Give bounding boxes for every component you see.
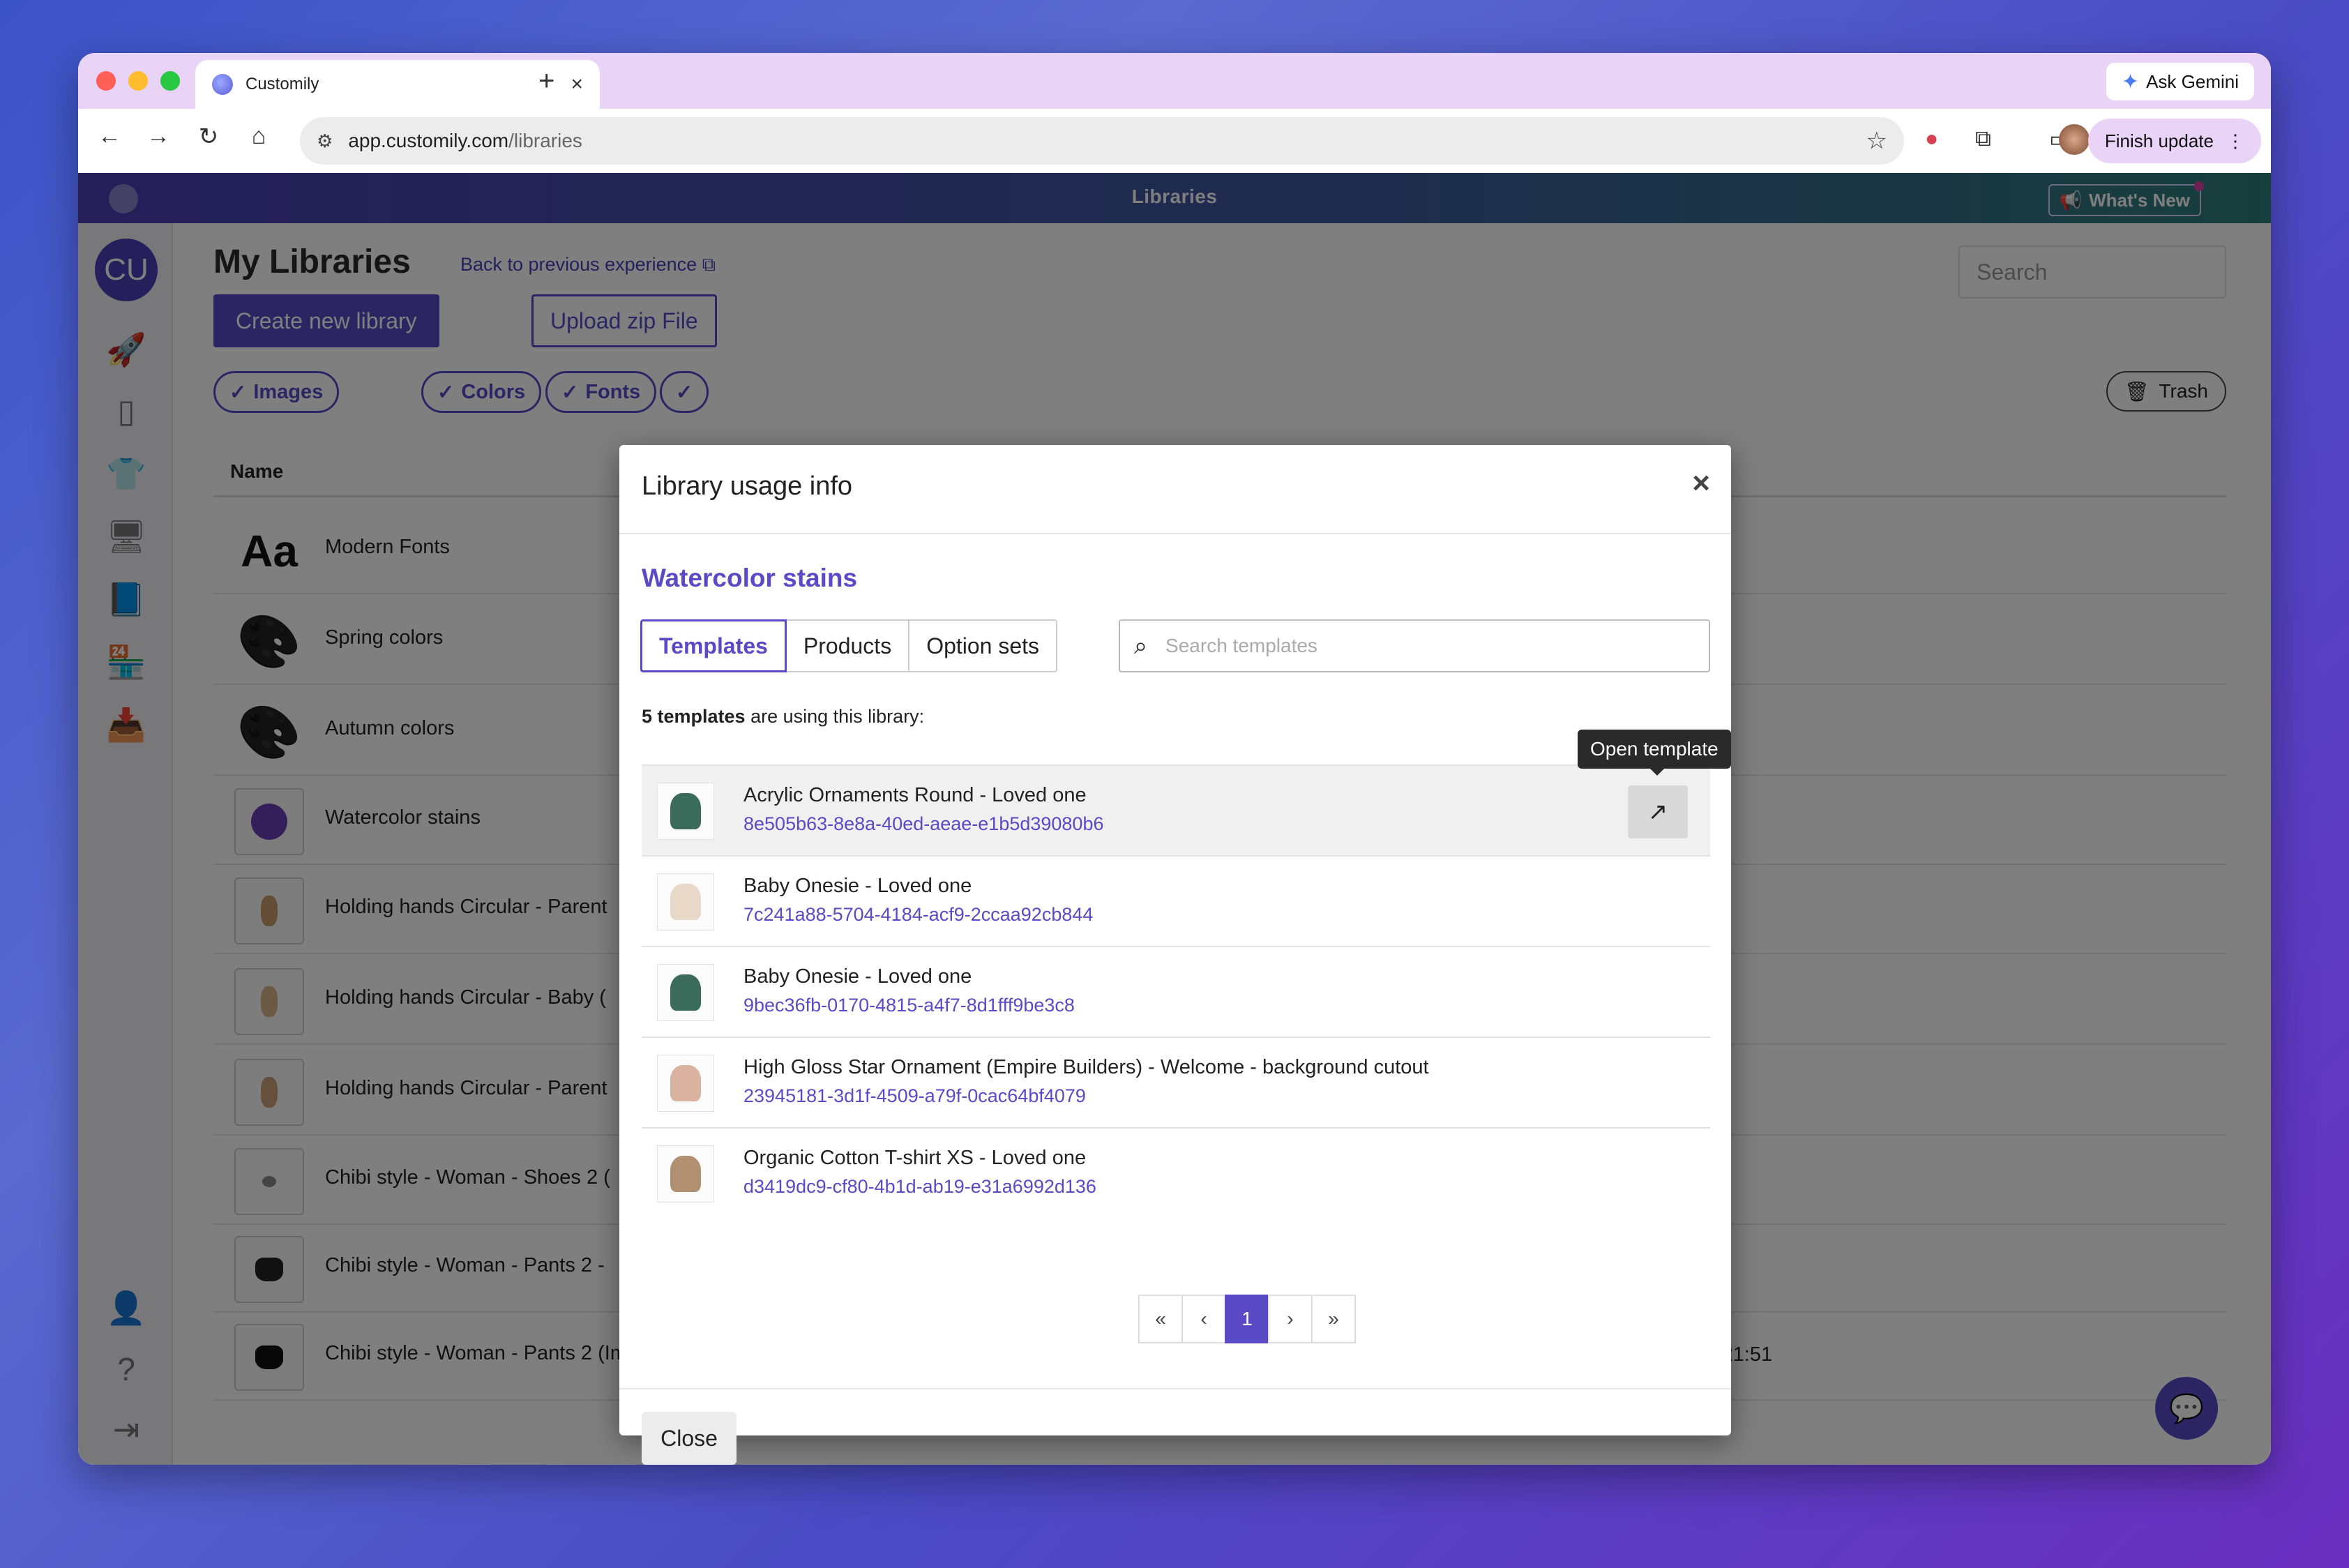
search-templates-placeholder: Search templates: [1165, 635, 1317, 656]
finish-update-button[interactable]: Finish update ⋮: [2087, 119, 2261, 163]
more-vert-icon: ⋮: [2226, 130, 2244, 151]
thumbnail-figure: [670, 884, 701, 920]
template-id-link[interactable]: 8e505b63-8e8a-40ed-aeae-e1b5d39080b6: [743, 813, 1103, 835]
template-row[interactable]: Organic Cotton T-shirt XS - Loved one d34…: [642, 1127, 1710, 1218]
library-name: Watercolor stains: [642, 564, 858, 592]
open-template-button[interactable]: ↗: [1628, 785, 1688, 838]
thumbnail-figure: [670, 974, 701, 1011]
template-thumbnail: [657, 1055, 714, 1112]
reload-icon[interactable]: ↻: [191, 123, 226, 151]
url-path: /libraries: [508, 130, 582, 151]
template-row[interactable]: High Gloss Star Ornament (Empire Builder…: [642, 1036, 1710, 1127]
home-icon[interactable]: ⌂: [241, 123, 276, 150]
search-templates-input[interactable]: ⌕ Search templates: [1119, 619, 1710, 672]
template-name: Acrylic Ornaments Round - Loved one: [743, 784, 1087, 806]
finish-update-label: Finish update: [2104, 130, 2214, 151]
browser-toolbar: ← → ↻ ⌂ ⚙ app.customily.com/libraries ☆ …: [78, 109, 2271, 173]
template-row[interactable]: Acrylic Ornaments Round - Loved one 8e505…: [642, 764, 1710, 855]
modal-footer-divider: [619, 1388, 1731, 1389]
modal-header: Library usage info ×: [619, 445, 1731, 534]
tab-strip: Customily × + ✦ Ask Gemini: [78, 53, 2271, 109]
template-name: Organic Cotton T-shirt XS - Loved one: [743, 1147, 1087, 1169]
thumbnail-figure: [670, 1065, 701, 1101]
site-settings-icon[interactable]: ⚙: [317, 130, 333, 152]
address-bar[interactable]: ⚙ app.customily.com/libraries ☆: [300, 117, 1904, 165]
modal-page-link[interactable]: ›: [1268, 1295, 1313, 1343]
url-text: app.customily.com/libraries: [348, 130, 1866, 152]
close-button[interactable]: Close: [642, 1412, 737, 1465]
modal-title: Library usage info: [642, 472, 853, 501]
template-list: Acrylic Ornaments Round - Loved one 8e505…: [642, 764, 1710, 1218]
template-thumbnail: [657, 873, 714, 930]
bookmark-star-icon[interactable]: ☆: [1866, 127, 1887, 155]
template-pagination: «‹ 1 ›»: [1138, 1295, 1356, 1343]
usage-tabs: Templates Products Option sets: [640, 619, 1058, 672]
minimize-window-button[interactable]: [128, 71, 148, 91]
new-tab-button[interactable]: +: [538, 66, 554, 97]
usage-suffix: are using this library:: [745, 706, 925, 727]
modal-page-link[interactable]: »: [1311, 1295, 1356, 1343]
customily-favicon-icon: [212, 74, 233, 95]
extensions-puzzle-icon[interactable]: ⧉: [1975, 126, 1991, 152]
thumbnail-figure: [670, 1156, 701, 1192]
template-id-link[interactable]: d3419dc9-cf80-4b1d-ab19-e31a6992d136: [743, 1176, 1096, 1198]
template-thumbnail: [657, 964, 714, 1021]
template-id-link[interactable]: 7c241a88-5704-4184-acf9-2ccaa92cb844: [743, 904, 1093, 926]
template-id-link[interactable]: 9bec36fb-0170-4815-a4f7-8d1fff9be3c8: [743, 995, 1075, 1016]
tab-title: Customily: [246, 75, 319, 93]
tab-templates[interactable]: Templates: [640, 619, 787, 672]
profile-avatar[interactable]: [2059, 124, 2090, 155]
close-window-button[interactable]: [96, 71, 116, 91]
template-name: High Gloss Star Ornament (Empire Builder…: [743, 1056, 1429, 1078]
template-thumbnail: [657, 783, 714, 840]
ask-gemini-label: Ask Gemini: [2146, 70, 2239, 92]
forward-arrow-icon[interactable]: →: [141, 123, 176, 150]
template-name: Baby Onesie - Loved one: [743, 875, 972, 897]
back-arrow-icon[interactable]: ←: [92, 123, 127, 150]
modal-page-link[interactable]: ‹: [1181, 1295, 1226, 1343]
tab-products[interactable]: Products: [785, 619, 910, 672]
thumbnail-figure: [670, 793, 701, 829]
tab-option-sets[interactable]: Option sets: [908, 619, 1058, 672]
library-usage-modal: Library usage info × Watercolor stains T…: [619, 445, 1731, 1465]
app-area: Libraries 📢 What's New CU 🚀 ▯ 👕 🖥 📘 🏪 📥 …: [78, 173, 2271, 1465]
extension-icon[interactable]: ●: [1925, 126, 1938, 151]
template-name: Baby Onesie - Loved one: [743, 965, 972, 988]
usage-summary: 5 templates are using this library:: [642, 706, 924, 728]
gemini-sparkle-icon: ✦: [2121, 70, 2140, 93]
template-id-link[interactable]: 23945181-3d1f-4509-a79f-0cac64bf4079: [743, 1085, 1086, 1107]
modal-page-link[interactable]: 1: [1225, 1295, 1269, 1343]
browser-window: Customily × + ✦ Ask Gemini ← → ↻ ⌂ ⚙ app…: [78, 53, 2271, 1465]
template-row[interactable]: Baby Onesie - Loved one 7c241a88-5704-418…: [642, 855, 1710, 946]
usage-count: 5 templates: [642, 706, 746, 727]
search-icon: ⌕: [1134, 632, 1148, 659]
close-tab-icon[interactable]: ×: [571, 73, 583, 96]
modal-close-icon[interactable]: ×: [1692, 466, 1710, 501]
modal-page-link[interactable]: «: [1138, 1295, 1183, 1343]
open-template-tooltip: Open template: [1578, 730, 1731, 776]
template-row[interactable]: Baby Onesie - Loved one 9bec36fb-0170-481…: [642, 946, 1710, 1036]
url-host: app.customily.com: [348, 130, 509, 151]
template-thumbnail: [657, 1145, 714, 1203]
maximize-window-button[interactable]: [160, 71, 180, 91]
ask-gemini-button[interactable]: ✦ Ask Gemini: [2106, 63, 2254, 100]
